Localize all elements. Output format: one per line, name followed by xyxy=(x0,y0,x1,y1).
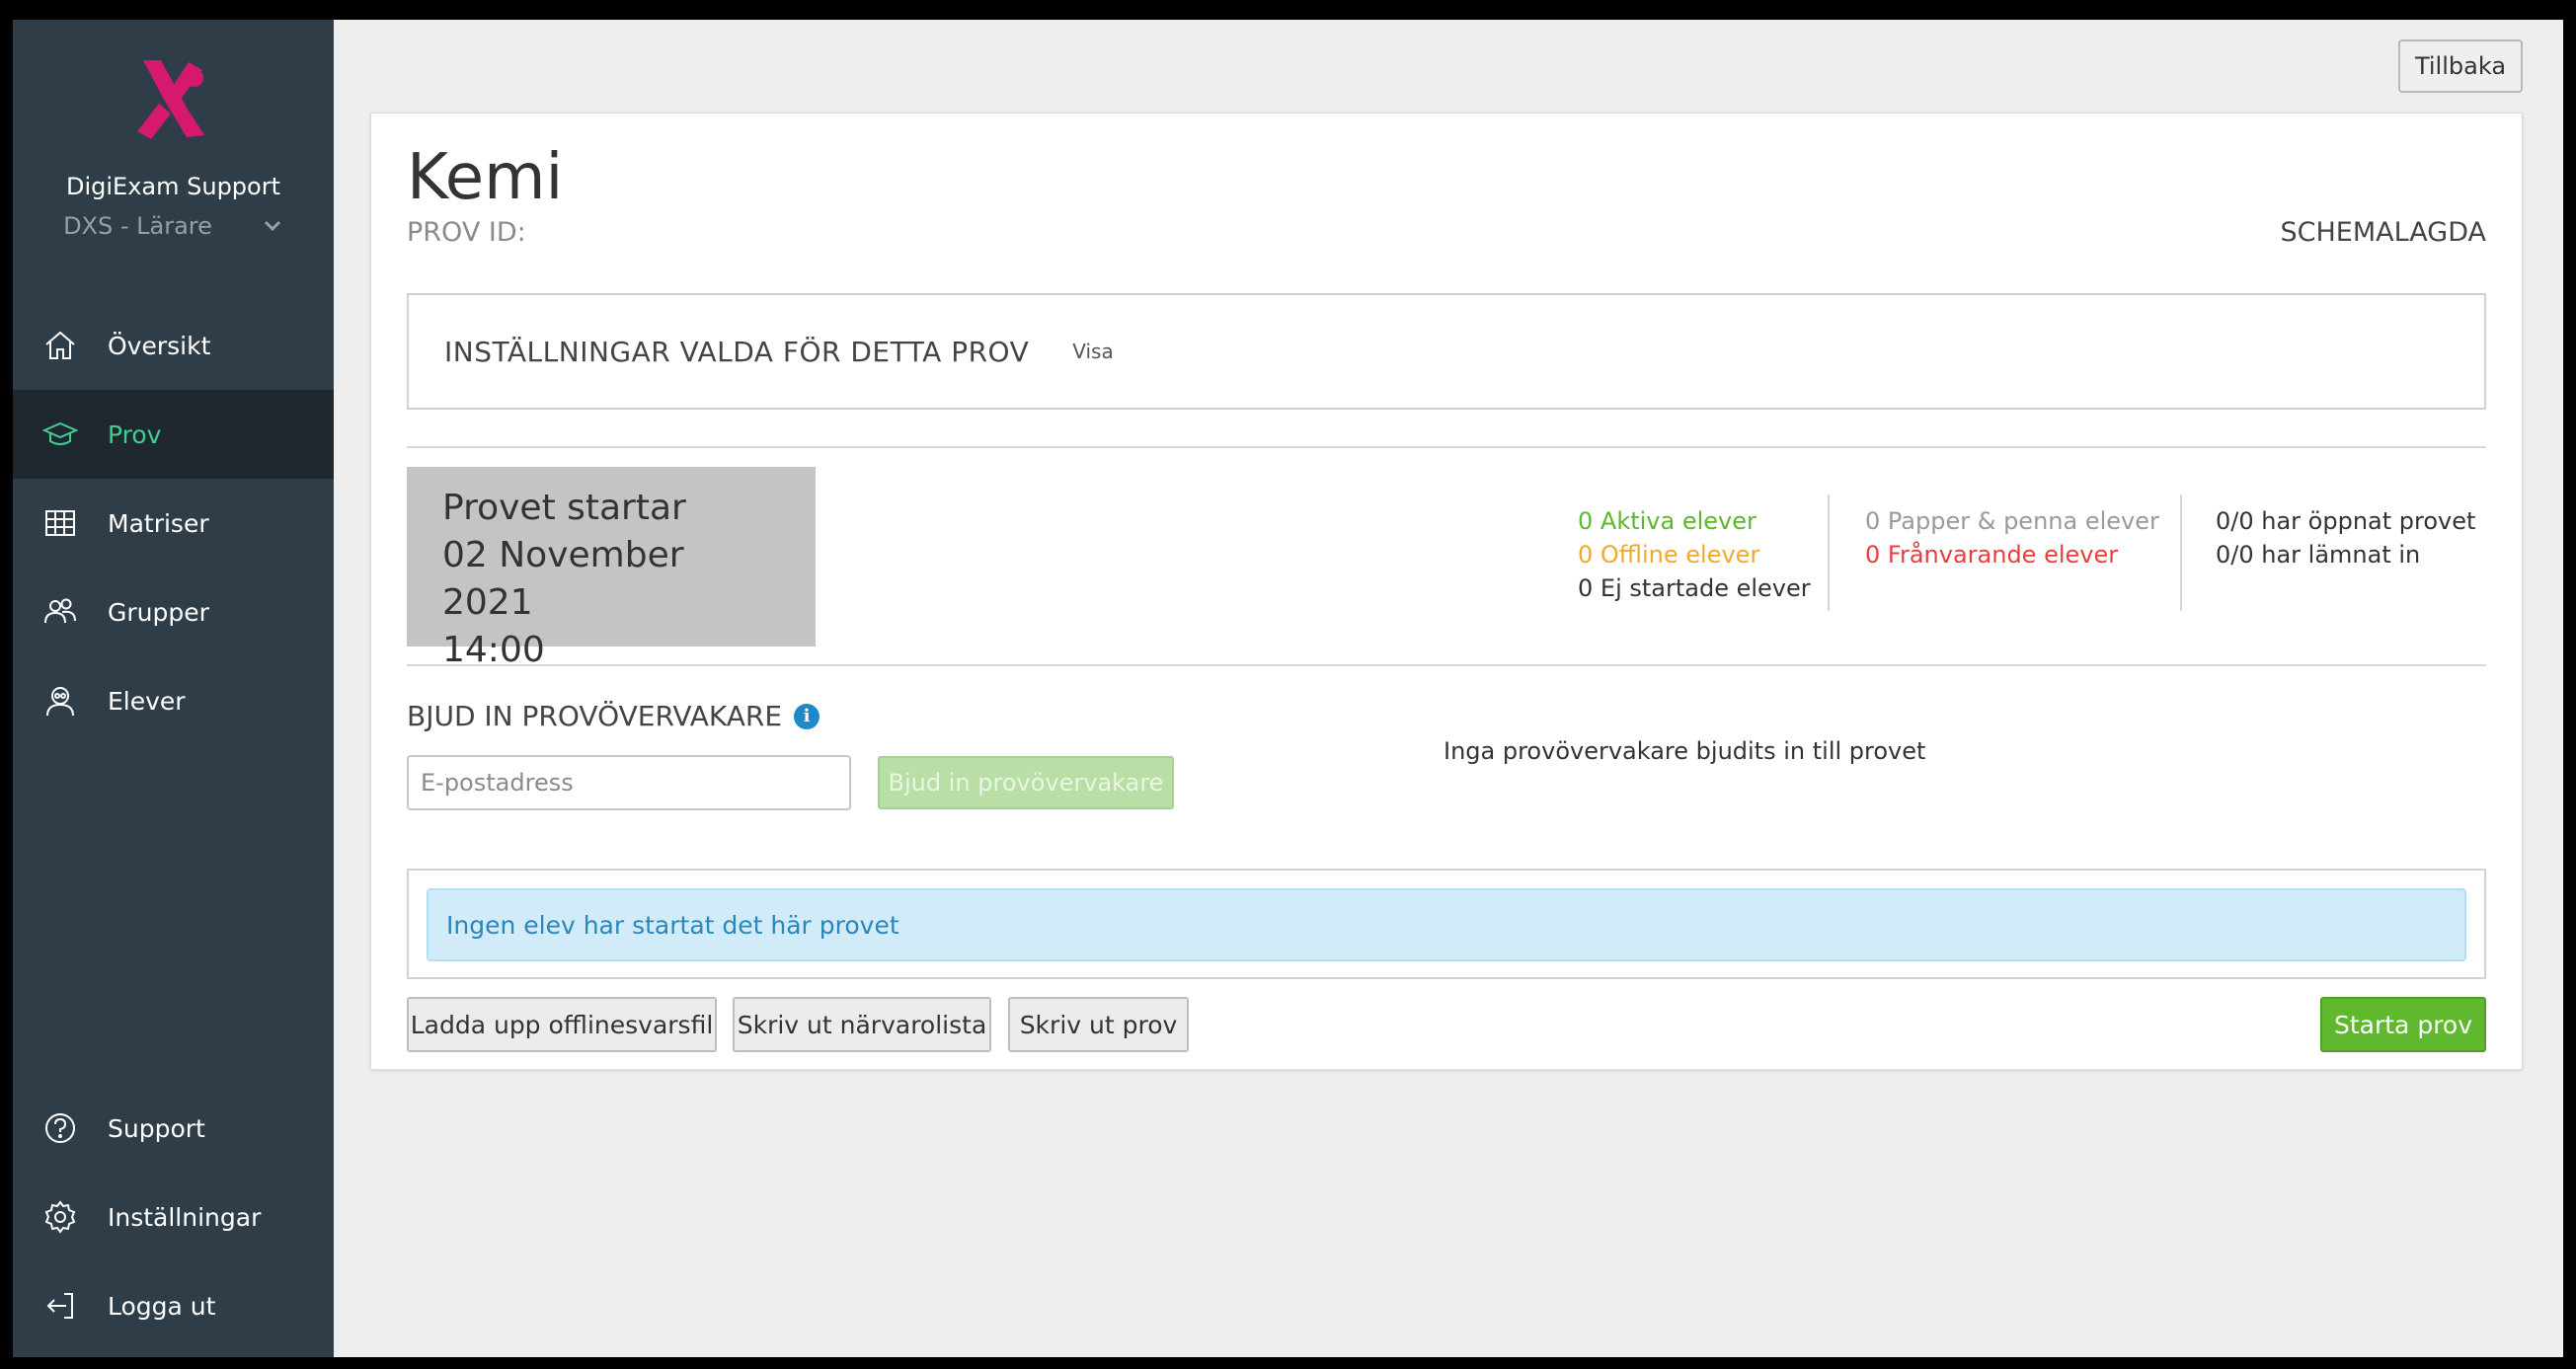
group-icon xyxy=(44,598,76,624)
submitted-count: 0/0 har lämnat in xyxy=(2216,541,2421,569)
nav-item-matriser[interactable]: Matriser xyxy=(13,479,334,568)
info-icon[interactable]: i xyxy=(794,703,820,729)
invite-proctor-heading: BJUD IN PROVÖVERVAKARE i xyxy=(407,700,820,732)
students-panel: Ingen elev har startat det här provet xyxy=(407,869,2486,979)
sidebar: DigiExam Support DXS - Lärare Översikt P… xyxy=(13,20,334,1357)
divider xyxy=(407,664,2486,666)
chevron-down-icon xyxy=(264,220,280,232)
absent-students: 0 Frånvarande elever xyxy=(1865,541,2119,569)
student-icon xyxy=(46,687,74,717)
logout-icon xyxy=(46,1293,73,1319)
stats-column-2: 0 Papper & penna elever 0 Frånvarande el… xyxy=(1865,494,2159,611)
not-started-students: 0 Ej startade elever xyxy=(1578,574,1811,602)
nav-item-installningar[interactable]: Inställningar xyxy=(13,1173,334,1261)
graduation-cap-icon xyxy=(42,421,78,445)
divider xyxy=(407,446,2486,448)
print-exam-button[interactable]: Skriv ut prov xyxy=(1008,997,1189,1052)
settings-title: INSTÄLLNINGAR VALDA FÖR DETTA PROV xyxy=(444,335,1030,368)
gear-icon xyxy=(44,1200,76,1234)
nav-label: Översikt xyxy=(108,331,211,360)
print-attendance-button[interactable]: Skriv ut närvarolista xyxy=(733,997,991,1052)
opened-count: 0/0 har öppnat provet xyxy=(2216,507,2476,535)
digiexam-logo-icon[interactable] xyxy=(123,52,218,147)
nav-item-support[interactable]: Support xyxy=(13,1084,334,1173)
page-title: Kemi xyxy=(407,141,564,214)
nav-item-elever[interactable]: Elever xyxy=(13,656,334,745)
stats-divider xyxy=(2180,494,2182,611)
start-time: 14:00 xyxy=(442,630,545,670)
nav-label: Logga ut xyxy=(108,1291,216,1321)
no-proctors-text: Inga provövervakare bjudits in till prov… xyxy=(1444,737,1926,765)
back-button[interactable]: Tillbaka xyxy=(2398,39,2523,93)
nav-item-grupper[interactable]: Grupper xyxy=(13,568,334,656)
upload-offline-button[interactable]: Ladda upp offlinesvarsfil xyxy=(407,997,717,1052)
nav-item-oversikt[interactable]: Översikt xyxy=(13,301,334,390)
stats-column-3: 0/0 har öppnat provet 0/0 har lämnat in xyxy=(2216,494,2475,611)
active-students: 0 Aktiva elever xyxy=(1578,507,1756,535)
stats-column-1: 0 Aktiva elever 0 Offline elever 0 Ej st… xyxy=(1578,494,1811,611)
start-exam-button[interactable]: Starta prov xyxy=(2320,997,2486,1052)
nav-label: Matriser xyxy=(108,508,209,538)
nav-item-prov[interactable]: Prov xyxy=(13,390,334,479)
email-input[interactable] xyxy=(407,755,851,810)
nav-label: Grupper xyxy=(108,597,209,627)
nav-label: Elever xyxy=(108,686,186,716)
nav-label: Inställningar xyxy=(108,1202,262,1232)
settings-panel: INSTÄLLNINGAR VALDA FÖR DETTA PROV Visa xyxy=(407,293,2486,410)
student-stats: 0 Aktiva elever 0 Offline elever 0 Ej st… xyxy=(371,494,2524,613)
show-settings-link[interactable]: Visa xyxy=(1072,340,1113,363)
offline-students: 0 Offline elever xyxy=(1578,541,1760,569)
nav-label: Support xyxy=(108,1113,205,1143)
app-window: DigiExam Support DXS - Lärare Översikt P… xyxy=(13,20,2563,1357)
invite-proctor-button[interactable]: Bjud in provövervakare xyxy=(878,756,1174,809)
question-icon xyxy=(45,1113,75,1143)
role-label: DXS - Lärare xyxy=(63,212,212,240)
invite-title: BJUD IN PROVÖVERVAKARE xyxy=(407,700,783,732)
status-label: SCHEMALAGDA xyxy=(2280,217,2487,248)
org-name: DigiExam Support xyxy=(65,173,280,200)
nav-item-logga-ut[interactable]: Logga ut xyxy=(13,1261,334,1350)
prov-id-label: PROV ID: xyxy=(407,217,526,248)
exam-card: Kemi PROV ID: SCHEMALAGDA INSTÄLLNINGAR … xyxy=(370,113,2523,1070)
paper-students: 0 Papper & penna elever xyxy=(1865,507,2159,535)
info-alert: Ingen elev har startat det här provet xyxy=(427,888,2466,961)
role-selector[interactable]: DXS - Lärare xyxy=(13,212,334,240)
stats-divider xyxy=(1828,494,1830,611)
grid-icon xyxy=(45,510,75,536)
nav-label: Prov xyxy=(108,419,162,449)
home-icon xyxy=(45,331,75,359)
